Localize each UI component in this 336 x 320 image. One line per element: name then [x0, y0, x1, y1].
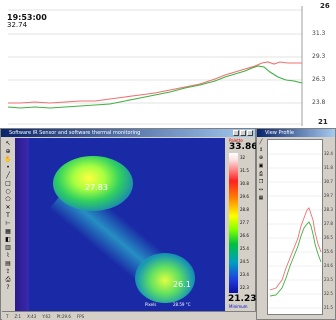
palette-tick-label: 32 — [240, 155, 246, 160]
arrow-icon[interactable]: ↖ — [4, 140, 12, 147]
pixel-readout-value: 28.59 °C — [173, 302, 191, 307]
grid-icon[interactable]: ▦ — [4, 228, 12, 235]
profile-y-tick: 31.8 — [324, 165, 333, 170]
print-icon[interactable]: ⎙ — [4, 276, 12, 283]
profile-y-tick: 26.5 — [324, 235, 333, 240]
export-icon[interactable]: ⇪ — [4, 268, 12, 275]
trend-y-tick: 31.3 — [312, 30, 326, 37]
zoom-icon[interactable]: ⊕ — [4, 148, 12, 155]
palette-color-bar — [229, 153, 238, 293]
thermal-image[interactable]: 27.83 26.1 — [15, 138, 225, 311]
trend-y-tick: 23.8 — [312, 99, 326, 106]
table-icon[interactable]: ▤ — [4, 260, 12, 267]
trend-chart — [7, 6, 303, 126]
thermal-viewer-window: Software IR Sensor and software thermal … — [0, 128, 258, 320]
view-profile-window: View Profile ╱ ↕ ⊕ ▣ ⎙ ❐ ↔ ▦ 32.4 31.8 30.7 29.7 28… — [256, 128, 336, 320]
trend-y-tick: 29.3 — [312, 53, 326, 60]
circle-icon[interactable]: ○ — [4, 188, 12, 195]
profile-y-tick: 28.3 — [324, 207, 333, 212]
poly-icon[interactable]: ⬠ — [4, 196, 12, 203]
profile-y-tick: 32.4 — [324, 151, 333, 156]
status-item: FPS — [76, 313, 85, 319]
copy-icon[interactable]: ❐ — [258, 179, 264, 185]
main-window-title: Software IR Sensor and software thermal … — [9, 130, 141, 136]
trend-y-top: 26 — [320, 2, 330, 10]
profile-y-tick: 23.5 — [324, 277, 333, 282]
palette-tick-label: 30.8 — [240, 181, 249, 186]
trend-value-readout: 32.74 — [7, 21, 28, 29]
profile-icon[interactable]: ⌇ — [4, 252, 12, 259]
profile-chart — [268, 153, 322, 309]
close-button[interactable] — [247, 130, 253, 136]
profile-graph[interactable] — [267, 139, 323, 315]
profile-y-tick: 29.7 — [324, 193, 333, 198]
thermal-edge-structure — [15, 138, 29, 311]
main-toolbar: ↖ ⊕ ✋ • ╱ □ ○ ⬠ ✕ T ⊢ ▦ ◧ ▥ ⌇ ▤ ⇪ ⎙? — [2, 138, 14, 310]
status-item: Pt:29.6 — [56, 313, 71, 319]
profile-y-tick: 22.5 — [324, 291, 333, 296]
red-trend-line — [8, 61, 302, 104]
profile-y-tick: 25.6 — [324, 249, 333, 254]
palette-tick-label: 22.3 — [240, 285, 249, 290]
trend-y-tick: 26.3 — [312, 76, 326, 83]
palette-tick-label: 27.7 — [240, 220, 249, 225]
profile-y-tick: 30.7 — [324, 179, 333, 184]
rect-icon[interactable]: □ — [4, 180, 12, 187]
palette-tick-label: 26.6 — [240, 233, 249, 238]
pixel-readout-label: Pixels — [145, 302, 157, 307]
main-title-bar[interactable]: Software IR Sensor and software thermal … — [1, 129, 255, 137]
palette-max-value: 33.86 — [229, 142, 258, 152]
spot-icon[interactable]: • — [4, 164, 12, 171]
palette-tick-label: 24.5 — [240, 259, 249, 264]
scale-icon[interactable]: ↔ — [258, 187, 264, 193]
palette-tick-label: 29.6 — [240, 194, 249, 199]
profile-window-title: View Profile — [265, 130, 295, 136]
profile-red-line — [269, 207, 322, 291]
palette-footer: Minimum — [229, 304, 248, 309]
palette-tick-label: 23.4 — [240, 272, 249, 277]
text-icon[interactable]: T — [4, 212, 12, 219]
palette-icon[interactable]: ◧ — [4, 236, 12, 243]
profile-title-bar[interactable]: View Profile — [257, 129, 335, 137]
palette-scale: Palette 33.86 32 31.5 30.8 29.6 28.8 27.7 26.6… — [227, 138, 258, 310]
status-bar: T Z:1 X:43 Y:62 Pt:29.6 FPS — [2, 311, 256, 320]
status-item: X:43 — [27, 313, 37, 319]
save-icon[interactable]: ▣ — [258, 163, 264, 169]
ruler-icon[interactable]: ⊢ — [4, 220, 12, 227]
profile-y-tick: 24.6 — [324, 263, 333, 268]
palette-tick-label: 31.5 — [240, 168, 249, 173]
spot-temperature-label: 26.1 — [173, 280, 191, 289]
status-item: T — [6, 313, 9, 319]
cross-icon[interactable]: ✕ — [4, 204, 12, 211]
help-icon[interactable]: ? — [4, 284, 12, 291]
profile-green-line — [269, 221, 322, 297]
histogram-icon[interactable]: ▥ — [4, 244, 12, 251]
cursor-icon[interactable]: ↕ — [258, 147, 264, 153]
zoom-icon[interactable]: ⊕ — [258, 155, 264, 161]
trend-y-bottom: 21 — [318, 118, 328, 126]
minimize-button[interactable] — [233, 130, 239, 136]
hand-icon[interactable]: ✋ — [4, 156, 12, 163]
legend-icon[interactable]: ▦ — [258, 195, 264, 201]
spot-temperature-label: 27.83 — [85, 183, 108, 192]
line-icon[interactable]: ╱ — [258, 139, 264, 145]
profile-y-tick: 27.8 — [324, 221, 333, 226]
green-trend-line — [7, 65, 303, 109]
maximize-button[interactable] — [240, 130, 246, 136]
status-item: Y:62 — [42, 313, 51, 319]
print-icon[interactable]: ⎙ — [258, 171, 264, 177]
palette-min-value: 21.23 — [228, 294, 257, 304]
status-item: Z:1 — [14, 313, 22, 319]
trend-chart-panel: 19:53:00 32.74 26 31.3 29.3 26.3 23.8 21 — [0, 0, 336, 128]
line-icon[interactable]: ╱ — [4, 172, 12, 179]
palette-tick-label: 28.8 — [240, 207, 249, 212]
hotspot-lower — [135, 253, 195, 303]
profile-toolbar: ╱ ↕ ⊕ ▣ ⎙ ❐ ↔ ▦ — [258, 139, 265, 201]
profile-y-tick: 21.5 — [324, 305, 333, 310]
palette-tick-label: 25.4 — [240, 246, 249, 251]
